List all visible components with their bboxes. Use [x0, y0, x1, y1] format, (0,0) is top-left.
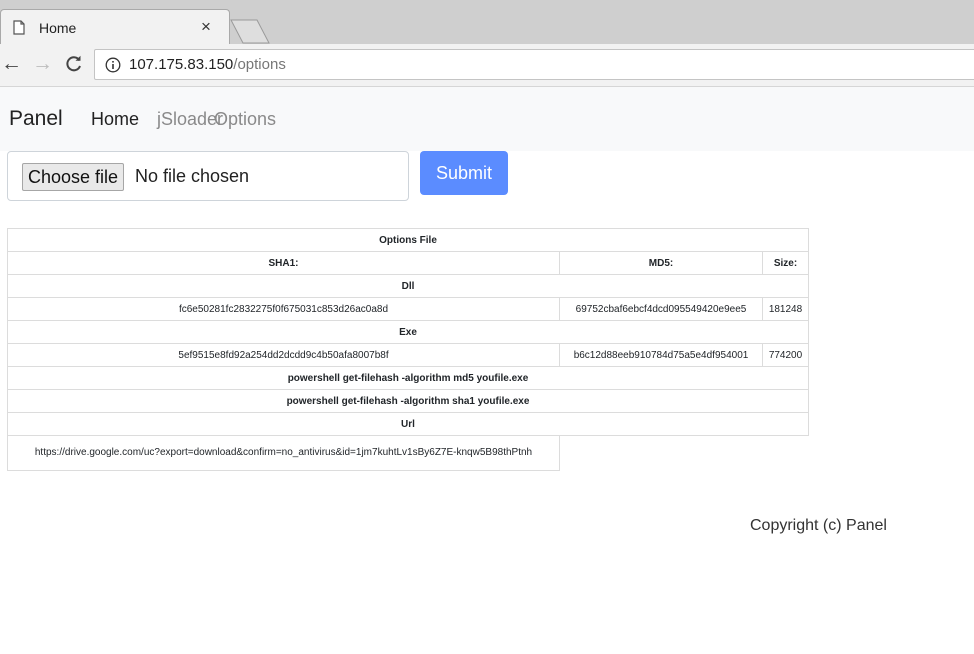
page-icon	[13, 20, 25, 35]
table-title: Options File	[7, 228, 809, 252]
options-table: Options File SHA1: MD5: Size: Dll fc6e50…	[7, 228, 809, 471]
new-tab-button[interactable]	[230, 19, 270, 44]
browser-tab-home[interactable]: Home ×	[0, 9, 230, 45]
url-text[interactable]: 107.175.83.150/options	[129, 56, 286, 73]
header-size: Size:	[762, 251, 809, 275]
dll-size: 181248	[762, 297, 809, 321]
header-sha1: SHA1:	[7, 251, 560, 275]
exe-md5: b6c12d88eeb910784d75a5e4df954001	[559, 343, 763, 367]
exe-sha1: 5ef9515e8fd92a254dd2dcdd9c4b50afa8007b8f	[7, 343, 560, 367]
submit-button[interactable]: Submit	[420, 151, 508, 195]
tab-title: Home	[39, 20, 77, 36]
nav-link-options[interactable]: Options	[214, 109, 276, 130]
empty-cell	[560, 436, 763, 471]
command-sha1: powershell get-filehash -algorithm sha1 …	[7, 389, 809, 413]
browser-toolbar: ← → 107.175.83.150/options	[0, 44, 974, 87]
section-url: Url	[7, 412, 809, 436]
choose-file-button[interactable]: Choose file	[22, 163, 125, 191]
copyright-footer: Copyright (c) Panel	[750, 517, 887, 534]
dll-md5: 69752cbaf6ebcf4dcd095549420e9ee5	[559, 297, 763, 321]
nav-link-home[interactable]: Home	[91, 109, 139, 130]
navbar-brand[interactable]: Panel	[9, 107, 63, 131]
back-arrow-icon[interactable]: ←	[1, 53, 22, 74]
header-md5: MD5:	[559, 251, 763, 275]
tab-strip: Home ×	[0, 0, 974, 45]
file-status: No file chosen	[135, 166, 250, 186]
dll-sha1: fc6e50281fc2832275f0f675031c853d26ac0a8d	[7, 297, 560, 321]
forward-arrow-icon[interactable]: →	[32, 53, 53, 74]
section-exe: Exe	[7, 320, 809, 344]
address-bar[interactable]: 107.175.83.150/options	[94, 49, 974, 80]
section-dll: Dll	[7, 274, 809, 298]
tab-close-icon[interactable]: ×	[201, 18, 211, 35]
empty-cell	[763, 436, 809, 471]
info-icon[interactable]	[105, 57, 121, 73]
url-host: 107.175.83.150	[129, 56, 234, 73]
table-row: 5ef9515e8fd92a254dd2dcdd9c4b50afa8007b8f…	[7, 343, 809, 367]
url-path: /options	[233, 56, 286, 73]
command-md5: powershell get-filehash -algorithm md5 y…	[7, 366, 809, 390]
file-input[interactable]: Choose file No file chosen	[7, 151, 409, 201]
exe-size: 774200	[762, 343, 809, 367]
reload-icon[interactable]	[64, 54, 84, 74]
download-url: https://drive.google.com/uc?export=downl…	[7, 435, 560, 471]
site-navbar: Panel Home jSloader Options	[0, 87, 974, 151]
table-row: fc6e50281fc2832275f0f675031c853d26ac0a8d…	[7, 297, 809, 321]
